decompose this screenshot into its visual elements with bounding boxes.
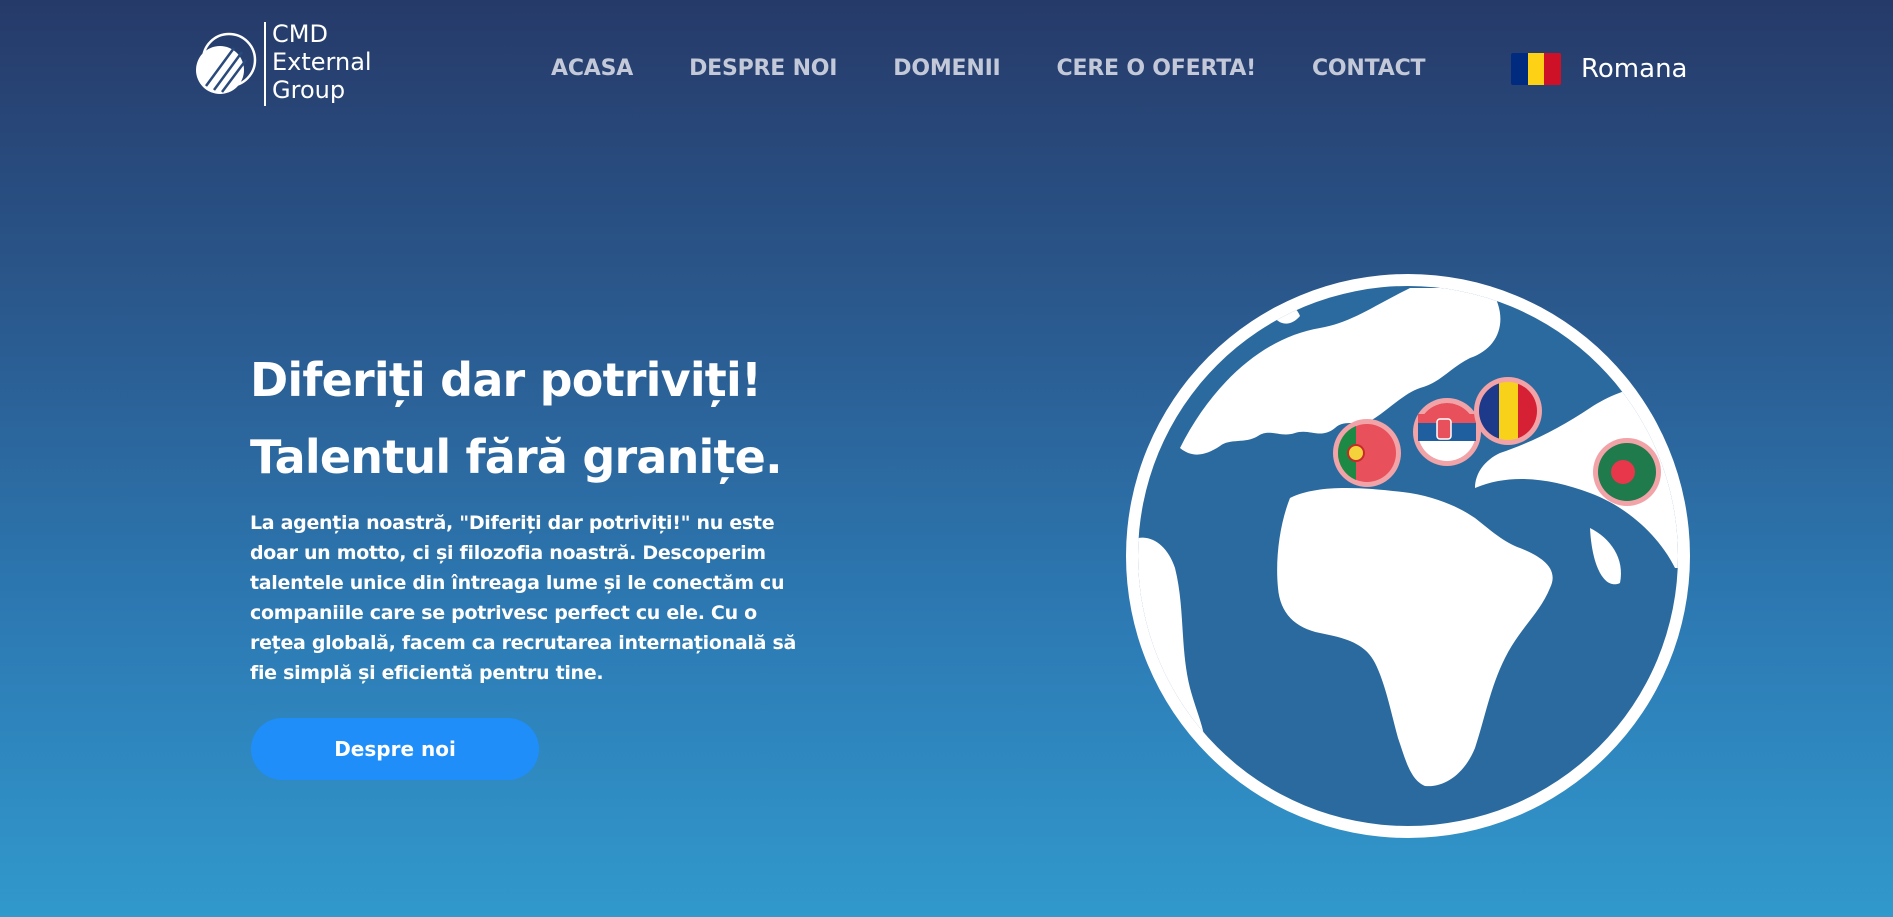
main-nav: ACASA DESPRE NOI DOMENII CERE O OFERTA! …: [551, 56, 1426, 81]
globe-illustration: [1126, 274, 1690, 838]
brand-line-2: External: [272, 48, 372, 76]
language-label: Romana: [1581, 54, 1688, 84]
language-switcher[interactable]: Romana: [1511, 53, 1687, 85]
brand-logo[interactable]: CMD External Group: [194, 20, 394, 108]
nav-item-cere-oferta[interactable]: CERE O OFERTA!: [1057, 56, 1257, 81]
brand-line-1: CMD: [272, 20, 328, 48]
hero-title-line-1: Diferiți dar potriviți!: [250, 353, 762, 407]
nav-item-domenii[interactable]: DOMENII: [893, 56, 1000, 81]
hero-description: La agenția noastră, "Diferiți dar potriv…: [250, 512, 796, 684]
flag-portugal-icon: [1333, 419, 1401, 487]
brand-name: CMD External Group: [272, 20, 372, 104]
flag-romania-icon: [1474, 377, 1542, 445]
nav-item-acasa[interactable]: ACASA: [551, 56, 633, 81]
romania-flag-icon: [1511, 53, 1561, 85]
hero-title-line-2: Talentul fără granițe.: [250, 430, 783, 484]
flag-serbia-icon: [1413, 398, 1481, 466]
about-us-button[interactable]: Despre noi: [251, 718, 539, 780]
flag-bangladesh-icon: [1593, 438, 1661, 506]
brand-line-3: Group: [272, 76, 346, 104]
logo-divider: [264, 22, 266, 106]
nav-item-despre-noi[interactable]: DESPRE NOI: [689, 56, 837, 81]
nav-item-contact[interactable]: CONTACT: [1312, 56, 1426, 81]
logo-mark-icon: [196, 32, 257, 94]
hero-title: Diferiți dar potriviți! Talentul fără gr…: [250, 342, 783, 496]
